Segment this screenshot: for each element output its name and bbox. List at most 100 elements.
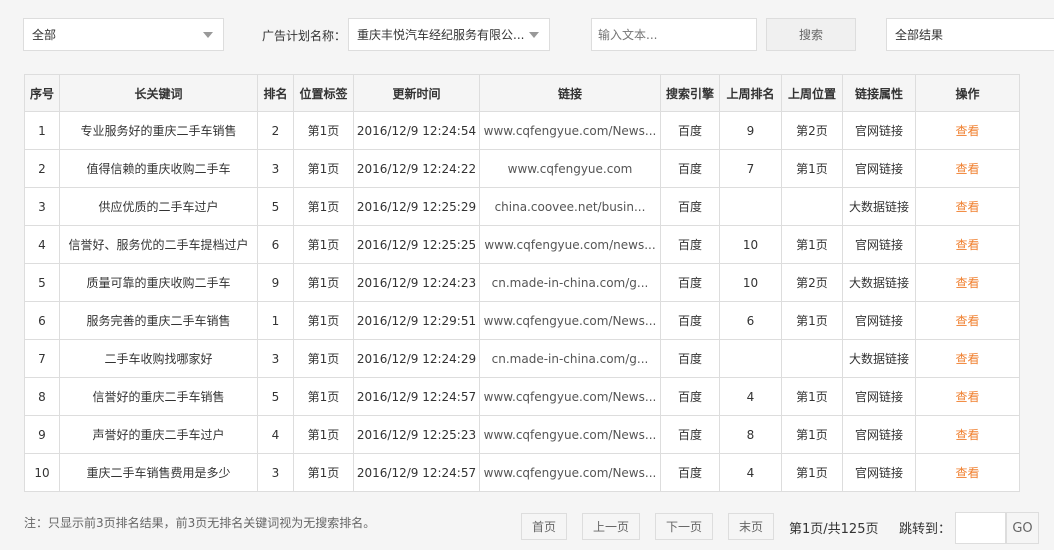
- view-link[interactable]: 查看: [915, 111, 1020, 150]
- table-cell: 百度: [660, 301, 720, 340]
- table-row: 3 供应优质的二手车过户 5 第1页 2016/12/9 12:25:29 china.c…: [24, 187, 1020, 226]
- table-cell: 10: [719, 225, 782, 264]
- page-info: 第1页/共125页: [789, 522, 879, 537]
- table-cell: 官网链接: [842, 111, 916, 150]
- table-cell: 二手车收购找哪家好: [59, 339, 258, 378]
- table-cell: 1: [257, 301, 294, 340]
- table-row: 4 信誉好、服务优的二手车提档过户 6 第1页 2016/12/9 12:25:25 ww…: [24, 225, 1020, 264]
- table-cell: 2: [257, 111, 294, 150]
- table-cell: 声誉好的重庆二手车过户: [59, 415, 258, 454]
- table-cell: 8: [24, 377, 60, 416]
- table-cell: 百度: [660, 111, 720, 150]
- column-header: 长关键词: [59, 74, 258, 112]
- column-header: 上周排名: [719, 74, 782, 112]
- table-cell: 第1页: [781, 415, 843, 454]
- table-cell: [781, 339, 843, 378]
- table-cell: 2016/12/9 12:25:29: [353, 187, 480, 226]
- table-cell: 百度: [660, 339, 720, 378]
- table-cell: 2016/12/9 12:25:23: [353, 415, 480, 454]
- table-cell: 第1页: [781, 225, 843, 264]
- table-cell: 供应优质的二手车过户: [59, 187, 258, 226]
- scope-select[interactable]: 全部: [23, 18, 224, 51]
- view-link[interactable]: 查看: [915, 453, 1020, 492]
- column-header: 位置标签: [293, 74, 354, 112]
- link-cell: china.coovee.net/busin...: [479, 187, 661, 226]
- search-input[interactable]: [591, 18, 757, 51]
- table-cell: 第1页: [781, 301, 843, 340]
- jump-label: 跳转到：: [899, 522, 952, 537]
- plan-select[interactable]: 重庆丰悦汽车经纪服务有限公...: [348, 18, 550, 51]
- view-link[interactable]: 查看: [915, 263, 1020, 302]
- table-cell: 2016/12/9 12:24:57: [353, 377, 480, 416]
- table-cell: 大数据链接: [842, 187, 916, 226]
- table-cell: 百度: [660, 377, 720, 416]
- table-row: 5 质量可靠的重庆收购二手车 9 第1页 2016/12/9 12:24:23 cn.ma…: [24, 263, 1020, 302]
- table-cell: 5: [257, 187, 294, 226]
- table-cell: 官网链接: [842, 453, 916, 492]
- result-filter-select[interactable]: 全部结果: [886, 18, 1054, 51]
- view-link[interactable]: 查看: [915, 225, 1020, 264]
- table-cell: 信誉好、服务优的二手车提档过户: [59, 225, 258, 264]
- column-header: 链接: [479, 74, 661, 112]
- table-cell: 官网链接: [842, 415, 916, 454]
- view-link[interactable]: 查看: [915, 339, 1020, 378]
- prev-page-button[interactable]: 上一页: [582, 513, 640, 540]
- table-cell: 5: [24, 263, 60, 302]
- table-cell: 信誉好的重庆二手车销售: [59, 377, 258, 416]
- table-cell: 官网链接: [842, 377, 916, 416]
- table-cell: 百度: [660, 263, 720, 302]
- table-row: 7 二手车收购找哪家好 3 第1页 2016/12/9 12:24:29 cn.made-…: [24, 339, 1020, 378]
- last-page-button[interactable]: 末页: [728, 513, 774, 540]
- table-cell: 4: [257, 415, 294, 454]
- view-link[interactable]: 查看: [915, 149, 1020, 188]
- table-cell: 3: [257, 339, 294, 378]
- table-cell: 官网链接: [842, 301, 916, 340]
- table-cell: 第1页: [293, 301, 354, 340]
- first-page-button[interactable]: 首页: [521, 513, 567, 540]
- table-cell: 服务完善的重庆二手车销售: [59, 301, 258, 340]
- view-link[interactable]: 查看: [915, 187, 1020, 226]
- table-cell: 值得信赖的重庆收购二手车: [59, 149, 258, 188]
- view-link[interactable]: 查看: [915, 377, 1020, 416]
- table-cell: 第1页: [293, 453, 354, 492]
- view-link[interactable]: 查看: [915, 301, 1020, 340]
- column-header: 上周位置: [781, 74, 843, 112]
- table-cell: 百度: [660, 187, 720, 226]
- link-cell: www.cqfengyue.com/News...: [479, 377, 661, 416]
- table-cell: 4: [24, 225, 60, 264]
- table-cell: 第1页: [781, 149, 843, 188]
- link-cell: www.cqfengyue.com/News...: [479, 453, 661, 492]
- table-row: 8 信誉好的重庆二手车销售 5 第1页 2016/12/9 12:24:57 www.cq…: [24, 377, 1020, 416]
- table-cell: 7: [719, 149, 782, 188]
- table-cell: 质量可靠的重庆收购二手车: [59, 263, 258, 302]
- view-link[interactable]: 查看: [915, 415, 1020, 454]
- jump-page-input[interactable]: [955, 512, 1006, 544]
- table-cell: [719, 339, 782, 378]
- column-header: 排名: [257, 74, 294, 112]
- column-header: 操作: [915, 74, 1020, 112]
- table-cell: 第1页: [293, 225, 354, 264]
- table-cell: 4: [719, 453, 782, 492]
- search-button[interactable]: 搜索: [766, 18, 856, 51]
- table-cell: 2: [24, 149, 60, 188]
- link-cell: www.cqfengyue.com/News...: [479, 415, 661, 454]
- chevron-down-icon: [203, 32, 213, 38]
- table-cell: 3: [24, 187, 60, 226]
- table-cell: 2016/12/9 12:29:51: [353, 301, 480, 340]
- next-page-button[interactable]: 下一页: [655, 513, 713, 540]
- table-cell: 重庆二手车销售费用是多少: [59, 453, 258, 492]
- footer-note: 注：只显示前3页排名结果，前3页无排名关键词视为无搜索排名。: [24, 516, 376, 530]
- table-cell: 第1页: [781, 453, 843, 492]
- link-cell: www.cqfengyue.com: [479, 149, 661, 188]
- plan-select-value: 重庆丰悦汽车经纪服务有限公...: [357, 28, 525, 42]
- scope-select-value: 全部: [32, 28, 57, 42]
- table-row: 9 声誉好的重庆二手车过户 4 第1页 2016/12/9 12:25:23 www.cq…: [24, 415, 1020, 454]
- table-cell: [719, 187, 782, 226]
- table-cell: 第1页: [781, 377, 843, 416]
- go-button[interactable]: GO: [1006, 512, 1039, 544]
- table-cell: 1: [24, 111, 60, 150]
- table-cell: 百度: [660, 453, 720, 492]
- table-cell: 9: [719, 111, 782, 150]
- result-filter-value: 全部结果: [895, 28, 944, 42]
- column-header: 搜索引擎: [660, 74, 720, 112]
